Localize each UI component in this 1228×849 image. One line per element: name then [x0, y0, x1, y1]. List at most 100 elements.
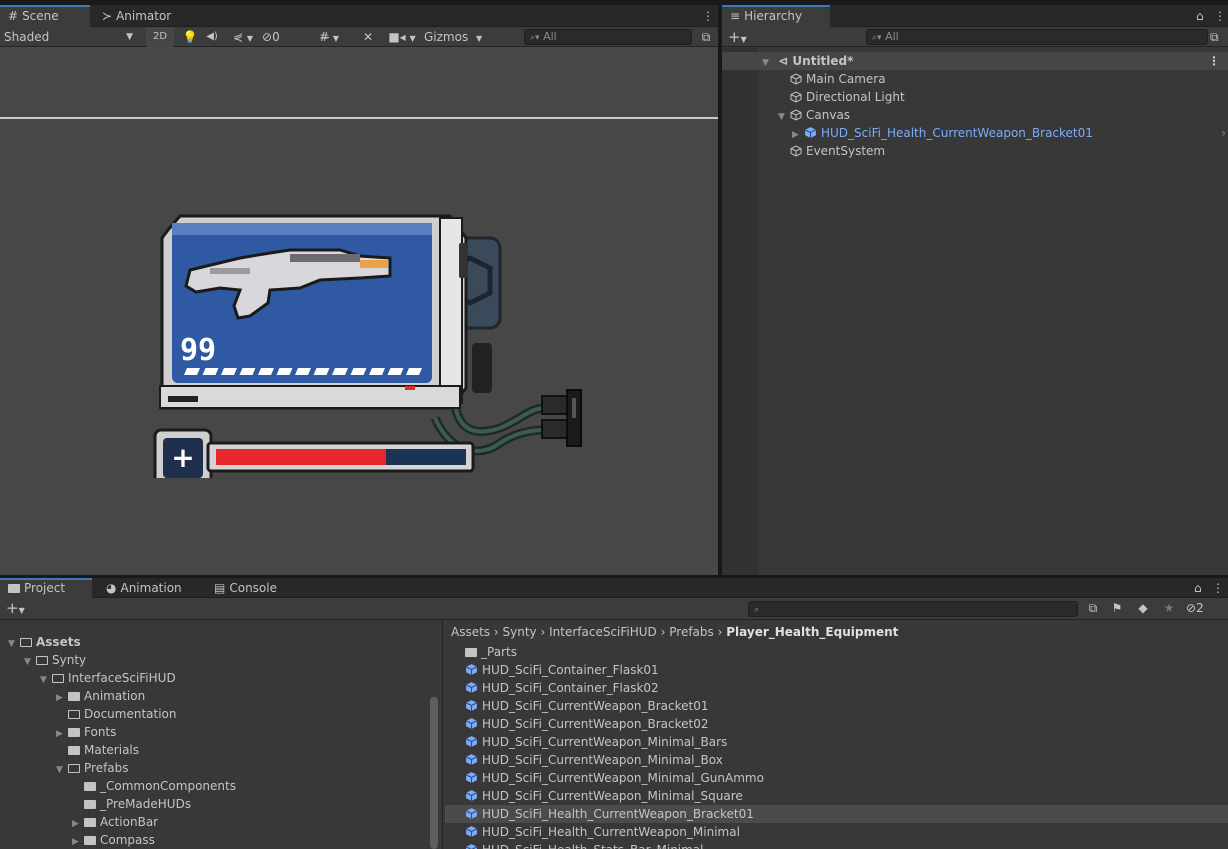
folder-label: Animation	[84, 689, 146, 703]
tab-project[interactable]: Project	[0, 578, 92, 598]
asset-item[interactable]: HUD_SciFi_CurrentWeapon_Bracket02	[445, 715, 1228, 733]
gameobject-cube-icon	[790, 109, 802, 121]
collapse-arrow-icon[interactable]: ▶	[56, 689, 68, 707]
prefab-cube-icon	[465, 682, 478, 693]
lighting-toggle-icon[interactable]: 💡	[180, 27, 200, 47]
breadcrumb-item[interactable]: Prefabs	[669, 625, 714, 639]
shading-mode-dropdown[interactable]: Shaded ▼	[4, 27, 139, 47]
folder-tree-item[interactable]: ▶ Animation	[56, 687, 145, 705]
expand-arrow-icon[interactable]: ▼	[56, 761, 68, 779]
audio-toggle-icon[interactable]: ◀)	[202, 27, 222, 47]
asset-item[interactable]: HUD_SciFi_CurrentWeapon_Bracket01	[445, 697, 1228, 715]
create-dropdown-button[interactable]: +▼	[728, 27, 760, 47]
asset-item[interactable]: HUD_SciFi_CurrentWeapon_Minimal_Bars	[445, 733, 1228, 751]
asset-label: HUD_SciFi_CurrentWeapon_Minimal_Box	[482, 753, 723, 767]
asset-item[interactable]: HUD_SciFi_Container_Flask02	[445, 679, 1228, 697]
folder-tree-scrollbar[interactable]	[430, 697, 438, 849]
shading-mode-label: Shaded	[4, 30, 50, 44]
asset-label: HUD_SciFi_CurrentWeapon_Minimal_Bars	[482, 735, 728, 749]
folder-tree-item[interactable]: Materials	[68, 741, 139, 759]
folder-label: Materials	[84, 743, 140, 757]
folder-tree-item[interactable]: ▼ InterfaceSciFiHUD	[40, 669, 176, 687]
chevron-down-icon: ▼	[126, 32, 133, 42]
folder-icon	[465, 648, 477, 657]
filter-icon[interactable]: ⚑	[1108, 598, 1126, 618]
folder-tree-item[interactable]: _PreMadeHUDs	[84, 795, 191, 813]
expand-arrow-icon: ▼	[762, 58, 769, 68]
asset-item[interactable]: _Parts	[465, 643, 517, 661]
scene-search-input[interactable]: ⌕▾ All	[524, 29, 692, 45]
tools-icon[interactable]: ✕	[354, 27, 382, 47]
maximize-icon[interactable]: ⧉	[698, 27, 714, 47]
hidden-objects-toggle[interactable]: ⊘0	[262, 27, 306, 47]
kebab-menu-icon[interactable]: ⋮	[698, 5, 718, 27]
lock-icon[interactable]: ⌂	[1194, 5, 1206, 27]
camera-settings-icon[interactable]: ■◂ ▼	[384, 27, 420, 47]
folder-tree-item[interactable]: ▼ Assets	[8, 633, 81, 651]
folder-label: ActionBar	[100, 815, 159, 829]
asset-item[interactable]: HUD_SciFi_CurrentWeapon_Minimal_GunAmmo	[445, 769, 1228, 787]
favorite-star-icon[interactable]: ★	[1160, 598, 1178, 618]
hierarchy-item[interactable]: EventSystem	[790, 142, 885, 160]
folder-tree-item[interactable]: ▼ Synty	[24, 651, 86, 669]
asset-item[interactable]: HUD_SciFi_Health_CurrentWeapon_Minimal	[445, 823, 1228, 841]
folder-label: _PreMadeHUDs	[100, 797, 192, 811]
hierarchy-item[interactable]: Directional Light	[790, 88, 905, 106]
folder-tree-item[interactable]: ▶ ActionBar	[72, 813, 158, 831]
collapse-arrow-icon[interactable]: ▶	[56, 725, 68, 743]
breadcrumb-item-current[interactable]: Player_Health_Equipment	[726, 625, 898, 639]
hierarchy-item[interactable]: ▼ Canvas	[778, 106, 850, 124]
asset-item[interactable]: HUD_SciFi_CurrentWeapon_Minimal_Box	[445, 751, 1228, 769]
create-dropdown-button[interactable]: +▼	[6, 598, 38, 618]
maximize-icon[interactable]: ⧉	[1210, 27, 1226, 47]
tab-hierarchy[interactable]: ≡ Hierarchy	[722, 5, 830, 27]
2d-toggle-button[interactable]: 2D	[146, 27, 174, 47]
search-by-type-icon[interactable]: ⧉	[1084, 598, 1102, 618]
hierarchy-search-input[interactable]: ⌕▾ All	[866, 29, 1208, 45]
expand-arrow-icon[interactable]: ▼	[778, 108, 790, 126]
label-icon[interactable]: ◆	[1134, 598, 1152, 618]
gizmos-dropdown[interactable]: Gizmos ▼	[424, 27, 514, 47]
hierarchy-item[interactable]: ▶ HUD_SciFi_Health_CurrentWeapon_Bracket0…	[792, 124, 1228, 142]
folder-label: Prefabs	[84, 761, 129, 775]
folder-icon	[68, 746, 80, 755]
tab-animator[interactable]: ≻ Animator	[94, 5, 179, 27]
breadcrumb-item[interactable]: InterfaceSciFiHUD	[549, 625, 657, 639]
chevron-right-icon[interactable]: ›	[1221, 124, 1226, 142]
breadcrumb-item[interactable]: Synty	[503, 625, 537, 639]
hidden-packages-toggle[interactable]: ⊘2	[1186, 598, 1224, 618]
tab-scene[interactable]: # Scene	[0, 5, 90, 27]
kebab-menu-icon[interactable]: ⋮	[1208, 52, 1220, 70]
project-search-input[interactable]: ⌕	[748, 601, 1078, 617]
expand-arrow-icon[interactable]: ▼	[8, 635, 20, 653]
asset-item-selected[interactable]: HUD_SciFi_Health_CurrentWeapon_Bracket01	[445, 805, 1228, 823]
kebab-menu-icon[interactable]: ⋮	[1210, 5, 1228, 27]
hierarchy-item[interactable]: Main Camera	[790, 70, 886, 88]
folder-tree-item[interactable]: Documentation	[68, 705, 177, 723]
lock-icon[interactable]: ⌂	[1192, 578, 1204, 598]
asset-item[interactable]: HUD_SciFi_Health_Stats_Bar_Minimal	[445, 841, 1228, 849]
collapse-arrow-icon[interactable]: ▶	[72, 833, 84, 849]
asset-item[interactable]: HUD_SciFi_Container_Flask01	[445, 661, 1228, 679]
project-panel: Project ◕ Animation ▤ Console ⌂ ⋮ +▼ ⌕ ⧉ ⚑…	[0, 578, 1228, 849]
scene-root-row[interactable]: ▼ ⊲ Untitled* ⋮	[722, 52, 1228, 70]
grid-snap-icon[interactable]: #̶ ▼	[308, 27, 350, 47]
folder-tree-item[interactable]: ▶ Fonts	[56, 723, 116, 741]
asset-item[interactable]: HUD_SciFi_CurrentWeapon_Minimal_Square	[445, 787, 1228, 805]
breadcrumb-separator-icon: ›	[717, 625, 727, 639]
folder-tree-item[interactable]: ▶ Compass	[72, 831, 155, 849]
kebab-menu-icon[interactable]: ⋮	[1208, 578, 1228, 598]
folder-tree-item[interactable]: ▼ Prefabs	[56, 759, 129, 777]
tab-console[interactable]: ▤ Console	[206, 578, 285, 598]
hidden-objects-count: 0	[272, 30, 280, 44]
expand-arrow-icon[interactable]: ▼	[40, 671, 52, 689]
folder-tree-item[interactable]: _CommonComponents	[84, 777, 236, 795]
breadcrumb-item[interactable]: Assets	[451, 625, 490, 639]
effects-toggle-icon[interactable]: ⋞ ▼	[226, 27, 260, 47]
project-folder-tree: ▼ Assets ▼ Synty ▼ InterfaceSciFiHUD ▶ Anima…	[0, 621, 440, 849]
tab-animation[interactable]: ◕ Animation	[98, 578, 190, 598]
search-icon: ⌕▾	[872, 33, 882, 43]
expand-arrow-icon[interactable]: ▼	[24, 653, 36, 671]
tab-scene-label: Scene	[22, 9, 59, 23]
scene-viewport[interactable]: 99 +	[0, 48, 718, 575]
